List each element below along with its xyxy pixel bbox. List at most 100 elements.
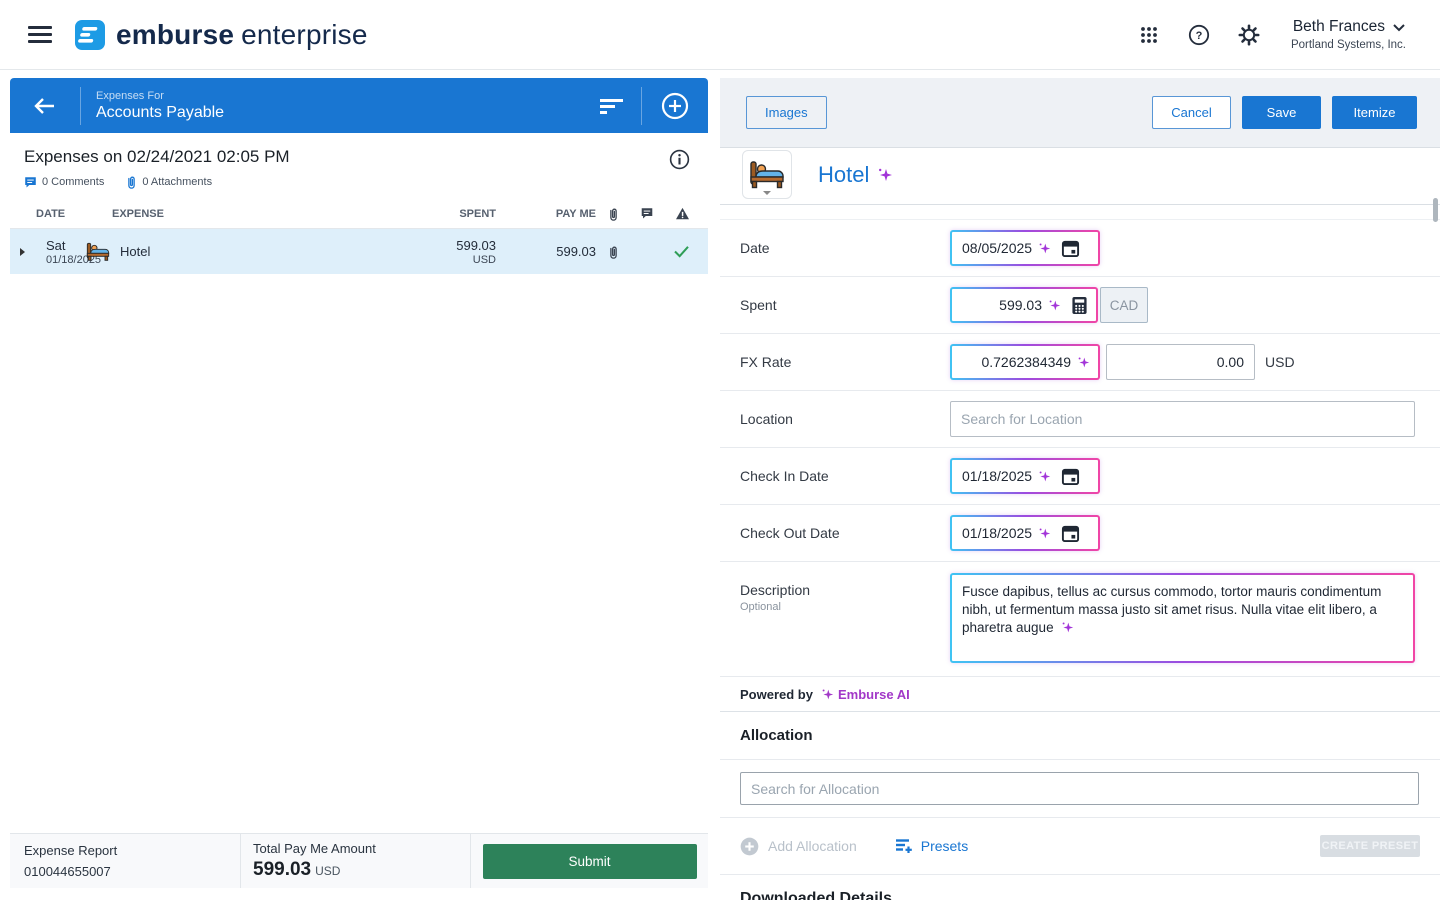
sort-button[interactable] [583,97,641,115]
user-company: Portland Systems, Inc. [1291,39,1406,51]
allocation-search-row [720,760,1440,818]
col-expense-header: EXPENSE [112,208,386,220]
field-row-fx-rate: FX Rate 0.7262384349 USD [720,334,1440,391]
detail-toolbar: Images Cancel Save Itemize [720,78,1440,148]
calendar-icon[interactable] [1061,467,1080,486]
info-icon [669,149,690,170]
row-expense-type: Hotel [120,244,150,259]
fx-rate-label: FX Rate [740,354,950,370]
allocation-section-header: Allocation [720,712,1440,760]
calculator-icon[interactable] [1071,296,1088,315]
paperclip-column-icon [608,207,619,221]
check-out-input[interactable]: 01/18/2025 [950,515,1100,551]
allocation-title: Allocation [740,727,813,744]
user-name: Beth Frances [1293,18,1385,36]
presets-button[interactable]: Presets [895,838,968,854]
ai-sparkle-icon [1038,242,1051,255]
row-payme: 599.03 [496,244,596,259]
fx-converted-currency: USD [1265,354,1295,370]
hotel-bed-icon [749,160,785,190]
check-out-value: 01/18/2025 [962,525,1032,541]
divider [720,205,1440,220]
allocation-actions-row: Add Allocation Presets CREATE PRESET [720,818,1440,875]
save-button[interactable]: Save [1242,96,1321,129]
total-currency: USD [315,864,340,878]
fx-rate-value: 0.7262384349 [962,354,1071,370]
fx-rate-input[interactable]: 0.7262384349 [950,344,1100,380]
attachments-meta[interactable]: 0 Attachments [126,175,212,189]
report-footer: Expense Report 010044655007 Total Pay Me… [10,833,708,888]
date-input[interactable]: 08/05/2025 [950,230,1100,266]
allocation-search-input[interactable] [740,772,1419,805]
row-date: 01/18/2025 [46,254,86,266]
field-row-description: Description Optional Fusce dapibus, tell… [720,562,1440,677]
spent-input[interactable]: 599.03 [950,287,1098,323]
cancel-button[interactable]: Cancel [1152,96,1231,129]
apps-grid-icon[interactable] [1137,23,1161,47]
user-menu[interactable]: Beth Frances Portland Systems, Inc. [1291,18,1406,51]
field-row-check-out: Check Out Date 01/18/2025 [720,505,1440,562]
location-search-input[interactable] [950,401,1415,437]
create-preset-button[interactable]: CREATE PRESET [1320,835,1420,857]
scrollbar-thumb[interactable] [1433,198,1438,222]
total-label: Total Pay Me Amount [253,841,470,856]
emburse-ai-brand: Emburse AI [838,687,910,702]
svg-text:?: ? [1196,30,1203,42]
back-button[interactable] [10,96,80,116]
report-number: 010044655007 [24,864,240,879]
itemize-button[interactable]: Itemize [1332,96,1417,129]
ai-sparkle-icon [1061,621,1074,634]
ai-sparkle-icon [1038,527,1051,540]
description-value: Fusce dapibus, tellus ac cursus commodo,… [962,584,1381,635]
field-row-check-in: Check In Date 01/18/2025 [720,448,1440,505]
divider [80,87,81,125]
topbar-actions: ? Beth Frances [1111,18,1406,51]
comment-icon [24,176,37,189]
powered-by-text: Powered by [740,687,813,702]
col-payme-header: PAY ME [496,208,596,220]
check-in-input[interactable]: 01/18/2025 [950,458,1100,494]
comments-meta[interactable]: 0 Comments [24,176,104,189]
downloaded-details-section: Downloaded Details [720,875,1440,900]
row-attachment-icon[interactable] [608,245,619,259]
hamburger-menu-icon[interactable] [28,22,52,48]
expense-row-hotel[interactable]: Sat 01/18/2025 Hotel 599.03 USD 599.03 [10,229,708,274]
report-title: Expenses on 02/24/2021 02:05 PM [24,147,694,167]
help-icon[interactable]: ? [1187,23,1211,47]
expense-type-selector[interactable] [742,150,792,199]
ai-sparkle-icon [877,167,893,183]
description-textarea[interactable]: Fusce dapibus, tellus ac cursus commodo,… [950,573,1415,663]
comment-column-icon [640,207,654,220]
settings-gear-icon[interactable] [1237,23,1261,47]
top-bar: emburseenterprise ? [0,0,1440,70]
row-spent-currency: USD [386,254,496,266]
report-info-button[interactable] [669,149,690,175]
add-expense-button[interactable] [642,92,708,120]
submit-button[interactable]: Submit [483,844,697,879]
presets-list-icon [895,838,913,854]
calendar-icon[interactable] [1061,239,1080,258]
powered-by-row: Powered by Emburse AI [720,677,1440,712]
row-spent: 599.03 [386,238,496,253]
hotel-bed-icon [86,242,110,262]
check-out-label: Check Out Date [740,525,950,541]
field-row-spent: Spent 599.03 CAD [720,277,1440,334]
col-spent-header: SPENT [386,208,496,220]
fx-converted-input[interactable] [1106,344,1255,380]
add-allocation-button[interactable]: Add Allocation [740,837,857,856]
row-expand-caret[interactable] [20,248,25,256]
location-label: Location [740,411,950,427]
images-button[interactable]: Images [746,96,827,129]
emburse-logo-icon [74,19,106,51]
brand-logo: emburseenterprise [74,19,368,51]
ai-sparkle-icon [1048,299,1061,312]
row-check-icon [673,245,690,258]
expense-type-row: Hotel [720,148,1440,205]
comments-count: 0 Comments [42,176,104,188]
total-amount: 599.03 [253,859,311,880]
calendar-icon[interactable] [1061,524,1080,543]
expense-list-header: Expenses For Accounts Payable [10,78,708,133]
list-title: Accounts Payable [96,104,583,122]
field-row-location: Location [720,391,1440,448]
currency-selector[interactable]: CAD [1100,287,1148,323]
